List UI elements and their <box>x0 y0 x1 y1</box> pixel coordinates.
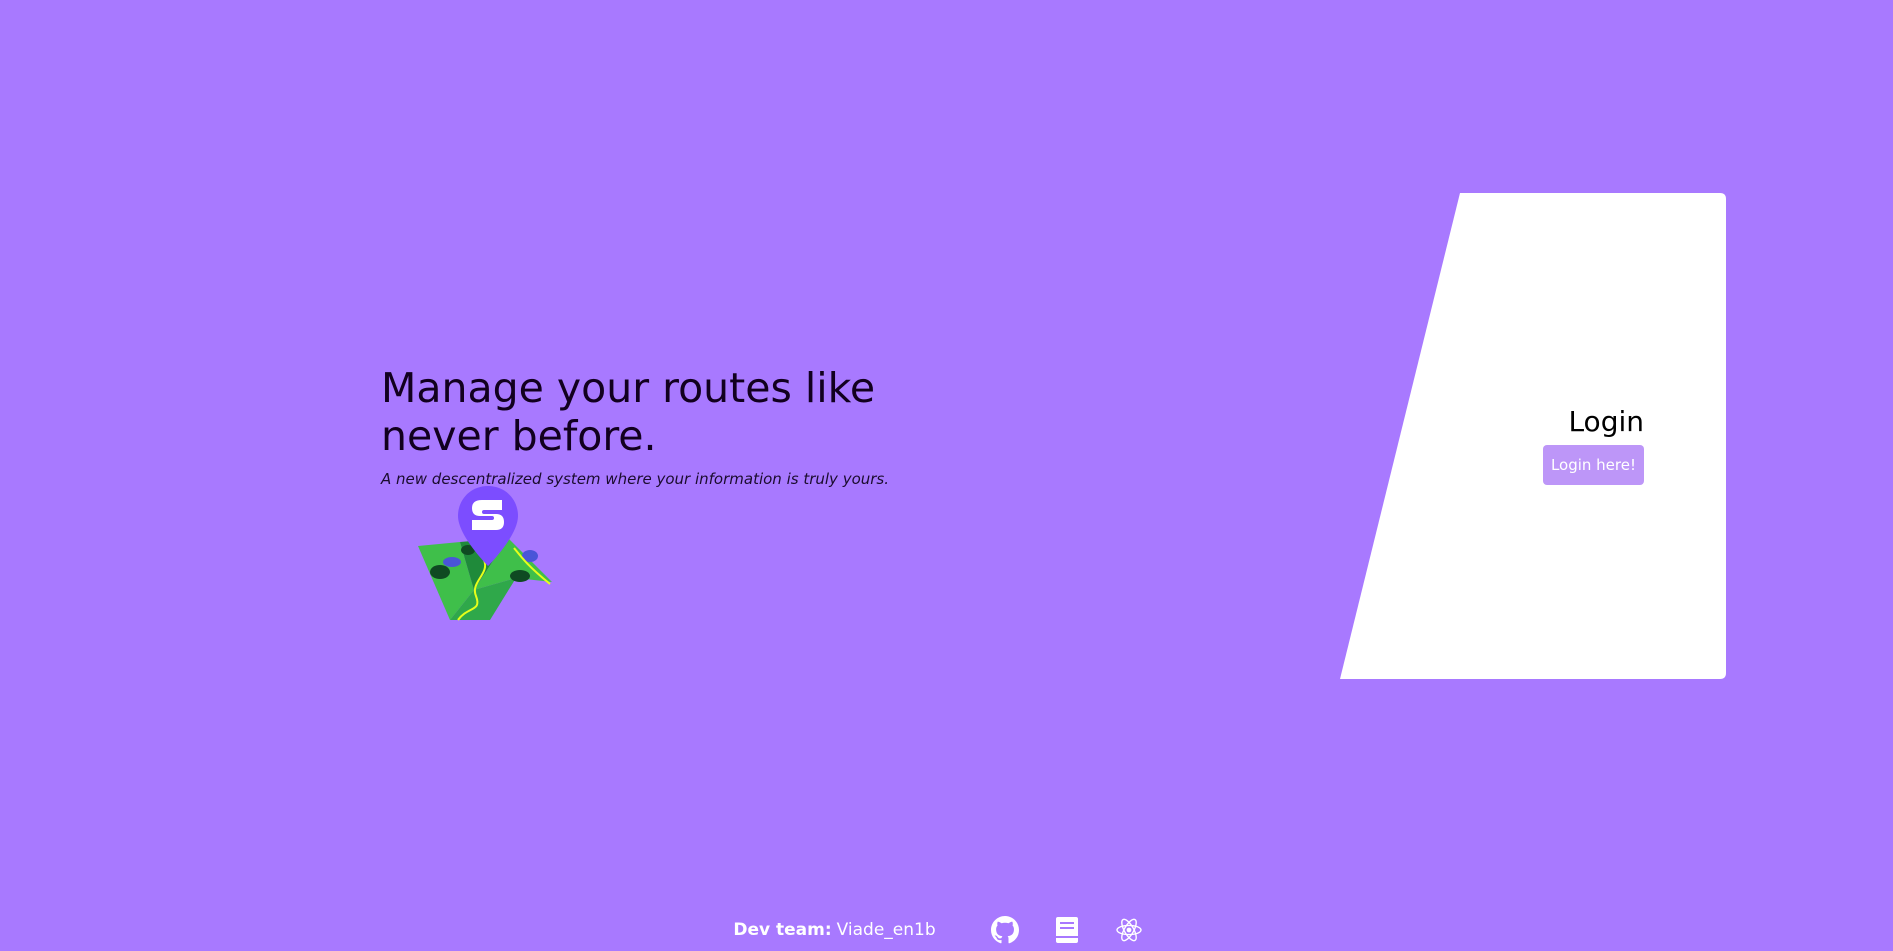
login-title: Login <box>1568 405 1644 438</box>
login-button[interactable]: Login here! <box>1542 445 1644 485</box>
react-link[interactable] <box>1114 915 1144 945</box>
hero-section: Manage your routes like never before. A … <box>381 364 1001 488</box>
footer: Dev team: Viade_en1b <box>0 910 1893 950</box>
github-icon <box>990 916 1019 944</box>
github-link[interactable] <box>990 915 1020 945</box>
hero-title: Manage your routes like never before. <box>381 364 876 460</box>
login-panel: Login Login here! <box>1340 193 1726 679</box>
login-panel-background <box>1340 193 1726 679</box>
app-logo <box>412 486 562 626</box>
book-icon <box>1055 917 1078 943</box>
docs-link[interactable] <box>1052 915 1082 945</box>
map-pin-logo-icon <box>418 486 552 621</box>
dev-team-label: Dev team: <box>733 920 832 940</box>
landing-page: Manage your routes like never before. A … <box>0 0 1893 951</box>
dev-team-info: Dev team: Viade_en1b <box>733 920 935 940</box>
react-icon <box>1115 918 1142 942</box>
dev-team-value: Viade_en1b <box>836 920 936 940</box>
